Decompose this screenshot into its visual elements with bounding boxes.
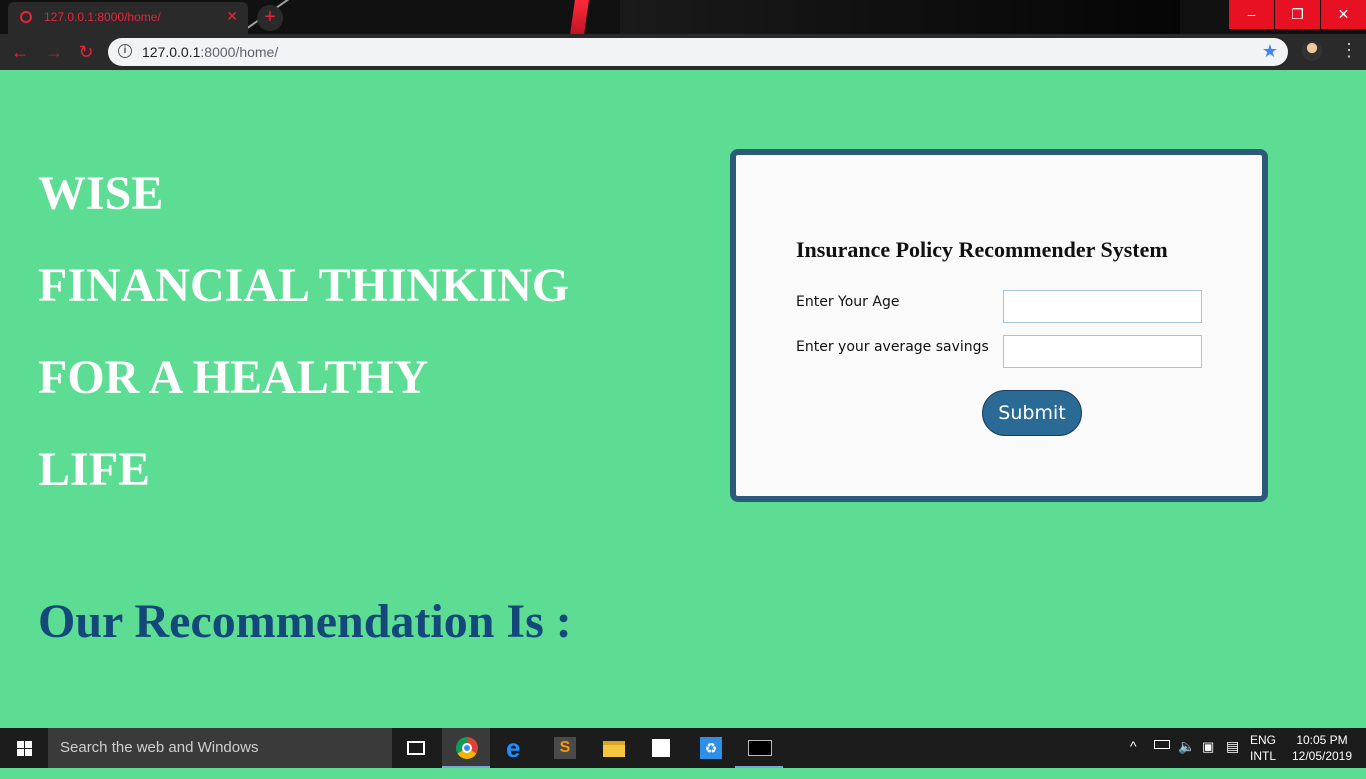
- close-window-button[interactable]: ✕: [1321, 0, 1366, 29]
- edge-icon[interactable]: e: [492, 728, 540, 768]
- reload-button[interactable]: ↻: [74, 40, 98, 64]
- language-code: ENG: [1250, 733, 1277, 747]
- form-title: Insurance Policy Recommender System: [796, 237, 1168, 262]
- file-explorer-icon[interactable]: [589, 728, 637, 768]
- clock-date: 12/05/2019: [1291, 749, 1353, 763]
- chrome-icon[interactable]: [442, 728, 490, 768]
- favicon-icon: [20, 11, 32, 23]
- submit-button[interactable]: Submit: [982, 390, 1082, 436]
- forward-button[interactable]: →: [42, 40, 66, 64]
- address-bar[interactable]: i 127.0.0.1:8000/home/ ★: [108, 38, 1288, 66]
- windows-taskbar: Search the web and Windows e S ♻ ^ 🔈 ▣ ▤…: [0, 728, 1366, 768]
- hero-line-1: WISE: [38, 167, 164, 220]
- action-center-icon[interactable]: ▤: [1226, 738, 1239, 778]
- taskbar-clock[interactable]: 10:05 PM 12/05/2019: [1290, 732, 1354, 764]
- wallpaper-red-streak: [565, 0, 589, 34]
- savings-input[interactable]: [1003, 335, 1202, 368]
- browser-titlebar: 127.0.0.1:8000/home/ ✕ + – ❐ ✕: [0, 0, 1366, 34]
- menu-dots-icon[interactable]: ⋮: [1340, 40, 1358, 61]
- tab-close-icon[interactable]: ✕: [226, 8, 238, 25]
- clock-time: 10:05 PM: [1296, 733, 1348, 747]
- store-icon[interactable]: [637, 728, 685, 768]
- age-input[interactable]: [1003, 290, 1202, 323]
- new-tab-button[interactable]: +: [257, 5, 283, 31]
- recycle-app-icon[interactable]: ♻: [686, 728, 734, 768]
- info-icon[interactable]: i: [118, 44, 132, 58]
- browser-toolbar: ← → ↻ i 127.0.0.1:8000/home/ ★ ⋮: [0, 34, 1366, 70]
- hero-line-3: FOR A HEALTHY: [38, 351, 429, 404]
- url-path: :8000/home/: [200, 44, 279, 60]
- minimize-button[interactable]: –: [1229, 0, 1274, 29]
- volume-icon[interactable]: 🔈: [1178, 738, 1195, 778]
- battery-icon[interactable]: [1154, 740, 1170, 749]
- age-label: Enter Your Age: [796, 294, 900, 310]
- tab-title: 127.0.0.1:8000/home/: [44, 10, 161, 24]
- recommender-form-card: Insurance Policy Recommender System Ente…: [730, 149, 1268, 502]
- back-button[interactable]: ←: [8, 40, 32, 64]
- command-prompt-icon[interactable]: [735, 728, 783, 768]
- keyboard-layout: INTL: [1250, 749, 1277, 763]
- network-icon[interactable]: ▣: [1202, 739, 1214, 779]
- savings-label: Enter your average savings: [796, 339, 989, 355]
- taskbar-search-placeholder: Search the web and Windows: [60, 739, 259, 756]
- address-url: 127.0.0.1:8000/home/: [142, 44, 278, 60]
- show-hidden-icons-icon[interactable]: ^: [1130, 738, 1137, 778]
- recommendation-heading: Our Recommendation Is :: [38, 595, 572, 648]
- windows-logo-icon: [17, 741, 32, 756]
- taskbar-search[interactable]: Search the web and Windows: [48, 728, 392, 768]
- hero-slogan: WISE FINANCIAL THINKING FOR A HEALTHY LI…: [38, 166, 569, 534]
- bookmark-star-icon[interactable]: ★: [1262, 41, 1278, 62]
- sublime-text-icon[interactable]: S: [540, 728, 588, 768]
- wallpaper-shade: [620, 0, 1180, 34]
- task-view-icon[interactable]: [392, 728, 440, 768]
- hero-line-4: LIFE: [38, 443, 151, 496]
- browser-tab[interactable]: 127.0.0.1:8000/home/ ✕: [8, 2, 248, 34]
- hero-line-2: FINANCIAL THINKING: [38, 259, 570, 312]
- profile-avatar-icon[interactable]: [1302, 41, 1322, 61]
- start-button[interactable]: [0, 728, 48, 768]
- maximize-button[interactable]: ❐: [1275, 0, 1320, 29]
- url-host: 127.0.0.1: [142, 44, 201, 60]
- language-indicator[interactable]: ENG INTL: [1250, 732, 1276, 764]
